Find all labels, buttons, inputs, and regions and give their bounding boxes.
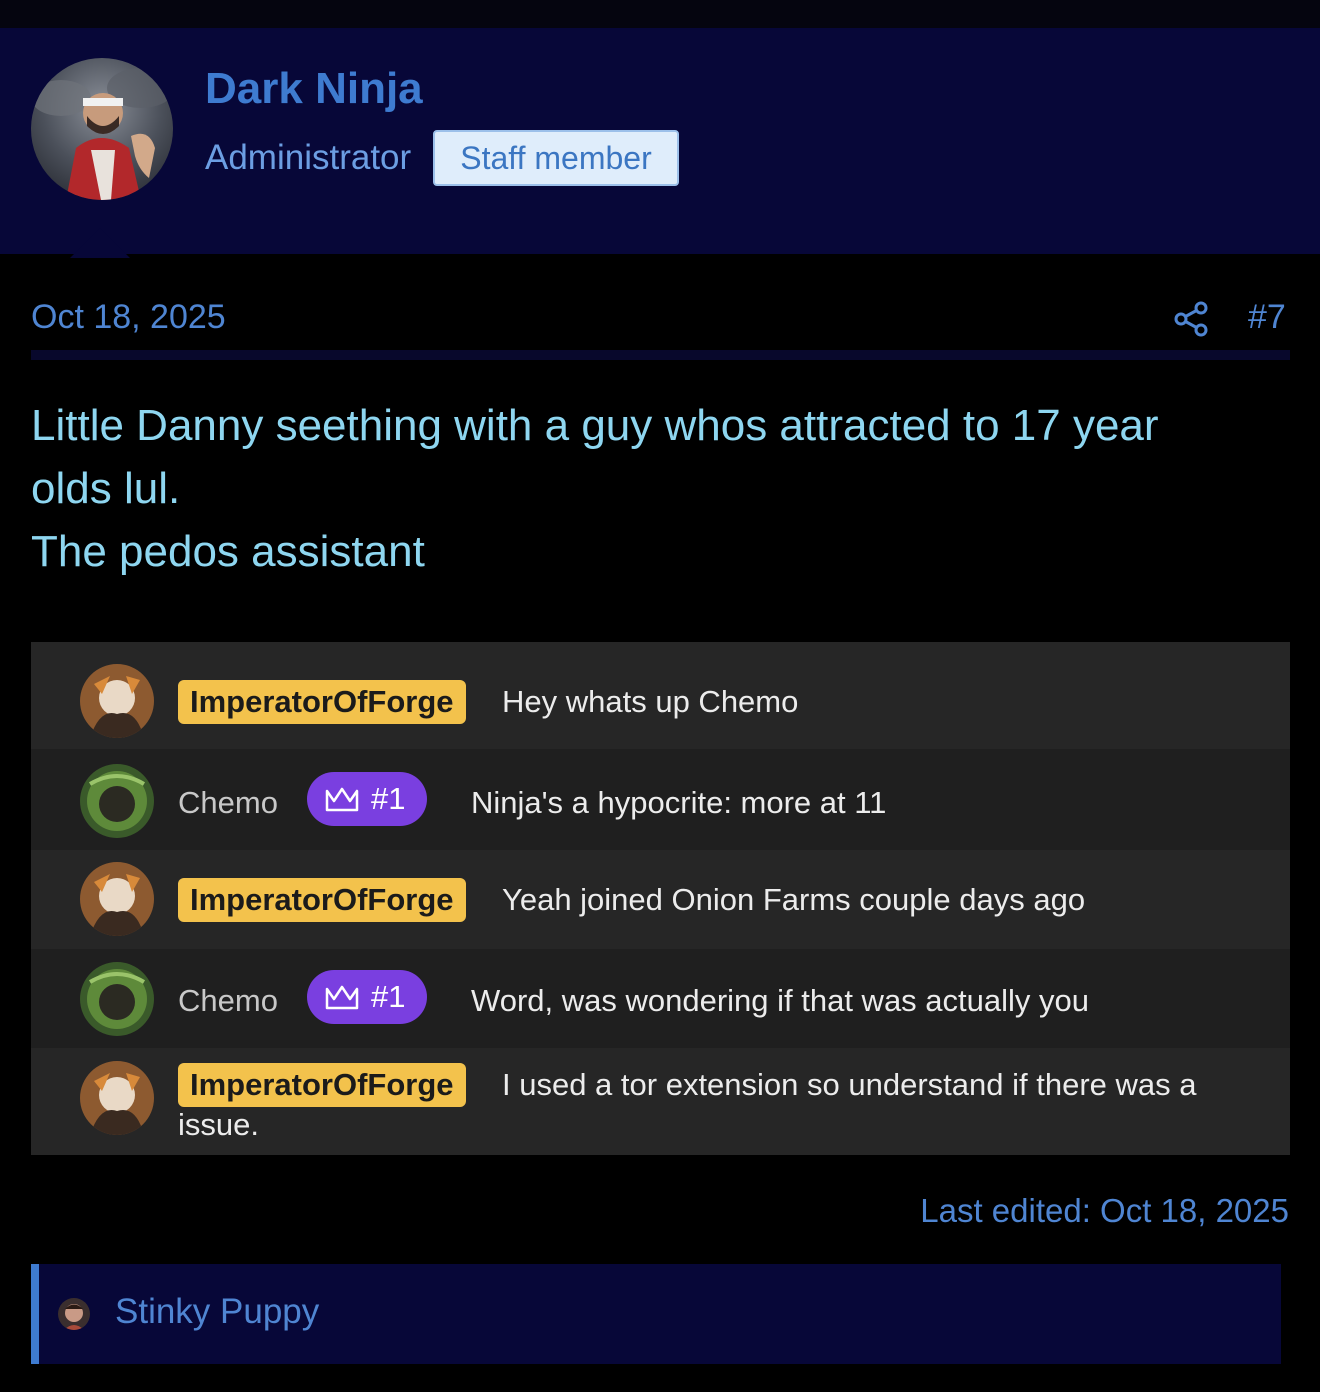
last-edited-note: Last edited: Oct 18, 2025 — [920, 1192, 1289, 1229]
crown-icon — [325, 787, 359, 812]
crown-icon — [325, 985, 359, 1010]
post-body-line: Little Danny seething with a guy whos at… — [31, 401, 1159, 513]
chat-message: Word, was wondering if that was actually… — [471, 983, 1090, 1018]
chat-username: Chemo — [178, 785, 278, 820]
imperator-avatar — [80, 664, 154, 738]
chat-row: ImperatorOfForge I used a tor extension … — [31, 1048, 1290, 1155]
reactions-accent — [31, 1264, 39, 1364]
chat-username-pill: ImperatorOfForge — [178, 680, 466, 724]
rank-label: #1 — [371, 781, 406, 816]
chat-message: Hey whats up Chemo — [502, 684, 799, 719]
chat-message: Ninja's a hypocrite: more at 11 — [471, 785, 887, 820]
chemo-avatar — [80, 962, 154, 1036]
author-username[interactable]: Dark Ninja — [205, 64, 423, 114]
post-divider — [31, 350, 1290, 360]
reaction-user-avatar — [58, 1298, 90, 1330]
chat-row: ImperatorOfForge Hey whats up Chemo — [31, 642, 1290, 749]
chat-username-pill: ImperatorOfForge — [178, 878, 466, 922]
reaction-user-link[interactable]: Stinky Puppy — [115, 1292, 319, 1332]
chat-username: Chemo — [178, 983, 278, 1018]
share-icon[interactable] — [1172, 300, 1210, 338]
post-body-line: The pedos assistant — [31, 527, 425, 576]
staff-member-badge: Staff member — [433, 130, 679, 186]
author-role: Administrator — [205, 138, 412, 177]
chat-row: Chemo #1 Ninja's a hypocrite: more at 11 — [31, 749, 1290, 850]
imperator-avatar — [80, 1061, 154, 1135]
author-avatar[interactable] — [31, 58, 173, 200]
post-body: Little Danny seething with a guy whos at… — [31, 394, 1251, 583]
post-number-link[interactable]: #7 — [1248, 298, 1286, 337]
chemo-avatar — [80, 764, 154, 838]
reactions-bar[interactable]: Stinky Puppy — [31, 1264, 1281, 1364]
post-date-link[interactable]: Oct 18, 2025 — [31, 298, 226, 337]
chat-message-wrap: issue. — [178, 1107, 259, 1142]
chat-message: Yeah joined Onion Farms couple days ago — [502, 882, 1086, 917]
header-pointer — [70, 228, 130, 258]
chat-row: ImperatorOfForge Yeah joined Onion Farms… — [31, 850, 1290, 949]
rank-badge: #1 — [307, 772, 427, 826]
imperator-avatar — [80, 862, 154, 936]
top-bar — [0, 0, 1320, 28]
chat-row: Chemo #1 Word, was wondering if that was… — [31, 949, 1290, 1048]
rank-label: #1 — [371, 979, 406, 1014]
chat-username-pill: ImperatorOfForge — [178, 1063, 466, 1107]
chat-message: I used a tor extension so understand if … — [502, 1067, 1197, 1102]
rank-badge: #1 — [307, 970, 427, 1024]
embedded-chat-screenshot[interactable]: ImperatorOfForge Hey whats up Chemo Chem… — [31, 642, 1290, 1155]
